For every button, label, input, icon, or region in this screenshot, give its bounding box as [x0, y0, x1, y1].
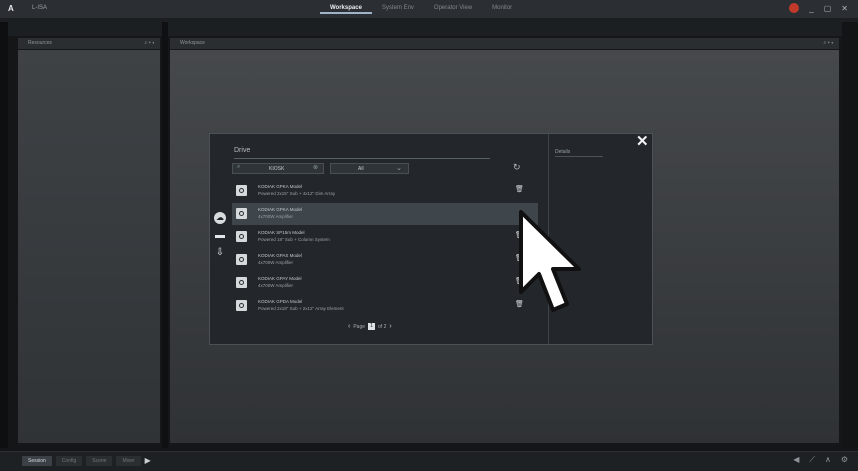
minimize-button[interactable]: _: [809, 4, 813, 13]
mouse-pointer-icon: [519, 210, 581, 312]
device-icon: [236, 300, 247, 311]
resources-panel-header: Resources ⌕ ▾ ◂: [18, 38, 160, 49]
item-title: KODIAK GPAS Model: [258, 253, 302, 258]
folder-icon[interactable]: ▬: [215, 230, 225, 241]
list-item[interactable]: KODIAK GPKA Model Powered 2x15" Sub + 4x…: [232, 180, 538, 202]
item-title: KODIAK GPAY Model: [258, 276, 302, 281]
settings-icon[interactable]: ⚙: [841, 455, 848, 465]
device-icon: [236, 231, 247, 242]
main-tabs: Workspace System Env Operator View Monit…: [320, 4, 522, 14]
item-subtitle: 4x700W Amplifier: [258, 260, 294, 265]
panel-splitter[interactable]: [162, 22, 168, 448]
tab-operator-view[interactable]: Operator View: [424, 4, 482, 14]
item-subtitle: Powered 2x15" Sub + 4x12" Dim Array: [258, 191, 336, 196]
workspace-panel-controls[interactable]: ⌕ ▾ ◂: [823, 38, 833, 49]
clear-search-icon[interactable]: ⊗: [313, 164, 318, 171]
tab-config[interactable]: Config: [55, 456, 83, 466]
preset-list: KODIAK GPKA Model Powered 2x15" Sub + 4x…: [232, 180, 538, 318]
download-icon[interactable]: ⇩: [216, 247, 224, 258]
app-logo: A: [8, 4, 14, 13]
pagination: ‹ Page 1 of 2 ›: [348, 323, 392, 330]
item-title: KODIAK GPKA Model: [258, 184, 303, 189]
item-title: KODIAK GPDA Model: [258, 299, 303, 304]
bottom-right-controls: ◀ ⟋ ∧ ⚙: [793, 455, 848, 465]
app-name: L-ISA: [32, 5, 48, 11]
current-page-field[interactable]: 1: [368, 323, 376, 330]
device-icon: [236, 277, 247, 288]
tab-scene[interactable]: Scene: [86, 456, 113, 466]
tab-monitor[interactable]: Monitor: [482, 4, 522, 14]
tab-workspace[interactable]: Workspace: [320, 4, 372, 14]
play-icon[interactable]: ▶: [145, 456, 151, 466]
drive-underline: [234, 158, 490, 159]
next-page-icon[interactable]: ›: [389, 323, 391, 330]
right-edge-strip: [842, 22, 858, 448]
details-title: Details: [555, 149, 571, 155]
prev-page-icon[interactable]: ‹: [348, 323, 350, 330]
sub-toolbar: [0, 19, 858, 36]
filter-value: All: [358, 166, 364, 172]
device-icon: [236, 208, 247, 219]
page-label: Page: [353, 323, 366, 330]
workspace-panel-title: Workspace: [180, 40, 205, 46]
left-edge-strip: [0, 22, 8, 448]
trash-icon[interactable]: 🗑: [515, 185, 524, 193]
resources-panel-title: Resources: [28, 40, 52, 46]
maximize-button[interactable]: ▢: [824, 4, 832, 13]
list-item[interactable]: KODIAK GPAS Model 4x700W Amplifier 🗑: [232, 249, 538, 271]
details-underline: [555, 156, 603, 157]
item-title: KODIAK SP15m Model: [258, 230, 305, 235]
search-icon: ⌕: [237, 164, 241, 170]
search-input[interactable]: ⌕ KIOSK ⊗: [232, 163, 324, 174]
up-arrow-icon[interactable]: ∧: [825, 455, 831, 465]
bottom-tabs: Session Config Scene Mixer ▶: [22, 456, 151, 466]
link-icon[interactable]: ⟋: [809, 455, 815, 465]
device-icon: [236, 185, 247, 196]
bottom-bar: Session Config Scene Mixer ▶ ◀ ⟋ ∧ ⚙: [0, 451, 858, 471]
filter-dropdown[interactable]: All ⌄: [330, 163, 409, 174]
record-indicator-icon[interactable]: [789, 3, 800, 13]
list-item[interactable]: KODIAK GPDA Model Powered 2x18" Sub + 2x…: [232, 295, 538, 317]
list-item[interactable]: KODIAK SP15m Model Powered 18" Sub + Col…: [232, 226, 538, 248]
resources-panel-controls[interactable]: ⌕ ▾ ◂: [144, 38, 154, 49]
title-bar: A L-ISA Workspace System Env Operator Vi…: [0, 0, 858, 19]
list-item[interactable]: KODIAK GPKA Model 4x700W Amplifier: [232, 203, 538, 225]
cloud-icon[interactable]: ☁: [214, 212, 226, 224]
chevron-down-icon: ⌄: [396, 165, 402, 172]
refresh-icon[interactable]: ↻: [513, 162, 521, 173]
item-subtitle: Powered 2x18" Sub + 2x12" Array Element: [258, 306, 344, 311]
tab-session[interactable]: Session: [22, 456, 52, 466]
item-subtitle: 4x700W Amplifier: [258, 214, 294, 219]
page-total: of 2: [378, 323, 387, 330]
item-subtitle: Powered 18" Sub + Column System: [258, 237, 330, 242]
item-title: KODIAK GPKA Model: [258, 207, 303, 212]
search-value: KIOSK: [269, 166, 285, 172]
drive-title: Drive: [234, 147, 251, 154]
list-item[interactable]: KODIAK GPAY Model 4x700W Amplifier 🗑: [232, 272, 538, 294]
window-controls: _ ▢ ✕: [789, 3, 848, 13]
device-icon: [236, 254, 247, 265]
dialog-side-toolbar: ☁ ▬ ⇩: [213, 212, 227, 258]
window-close-button[interactable]: ✕: [841, 4, 848, 13]
speaker-icon[interactable]: ◀: [793, 455, 799, 465]
item-subtitle: 4x700W Amplifier: [258, 283, 294, 288]
tab-mixer[interactable]: Mixer: [116, 456, 141, 466]
tab-system-env[interactable]: System Env: [372, 4, 424, 14]
resources-panel: [18, 50, 160, 443]
workspace-panel-header: Workspace ⌕ ▾ ◂: [170, 38, 839, 49]
